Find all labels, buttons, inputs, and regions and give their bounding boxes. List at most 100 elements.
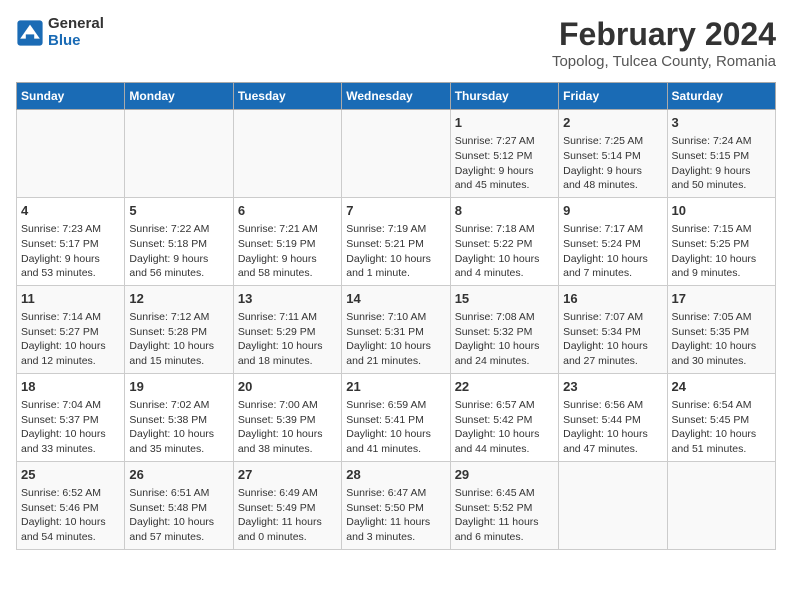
day-content: Sunrise: 7:18 AM Sunset: 5:22 PM Dayligh…: [455, 222, 554, 281]
day-number: 15: [455, 290, 554, 308]
calendar-cell: [233, 110, 341, 198]
logo-text: General Blue: [48, 16, 104, 49]
day-content: Sunrise: 6:54 AM Sunset: 5:45 PM Dayligh…: [672, 398, 771, 457]
weekday-header-friday: Friday: [559, 83, 667, 110]
calendar-cell: 18 Sunrise: 7:04 AM Sunset: 5:37 PM Dayli…: [17, 373, 125, 461]
day-content: Sunrise: 7:05 AM Sunset: 5:35 PM Dayligh…: [672, 310, 771, 369]
day-number: 27: [238, 466, 337, 484]
calendar-cell: 25 Sunrise: 6:52 AM Sunset: 5:46 PM Dayli…: [17, 461, 125, 549]
day-number: 12: [129, 290, 228, 308]
day-number: 13: [238, 290, 337, 308]
calendar-cell: 15 Sunrise: 7:08 AM Sunset: 5:32 PM Dayli…: [450, 285, 558, 373]
day-number: 3: [672, 114, 771, 132]
day-number: 5: [129, 202, 228, 220]
weekday-header-thursday: Thursday: [450, 83, 558, 110]
day-content: Sunrise: 7:24 AM Sunset: 5:15 PM Dayligh…: [672, 134, 771, 193]
calendar-cell: 27 Sunrise: 6:49 AM Sunset: 5:49 PM Dayli…: [233, 461, 341, 549]
day-number: 22: [455, 378, 554, 396]
calendar-cell: 26 Sunrise: 6:51 AM Sunset: 5:48 PM Dayli…: [125, 461, 233, 549]
day-content: Sunrise: 6:57 AM Sunset: 5:42 PM Dayligh…: [455, 398, 554, 457]
day-number: 24: [672, 378, 771, 396]
day-number: 1: [455, 114, 554, 132]
day-content: Sunrise: 7:19 AM Sunset: 5:21 PM Dayligh…: [346, 222, 445, 281]
day-number: 19: [129, 378, 228, 396]
calendar-cell: 24 Sunrise: 6:54 AM Sunset: 5:45 PM Dayli…: [667, 373, 775, 461]
day-content: Sunrise: 7:07 AM Sunset: 5:34 PM Dayligh…: [563, 310, 662, 369]
calendar-cell: 21 Sunrise: 6:59 AM Sunset: 5:41 PM Dayli…: [342, 373, 450, 461]
calendar-cell: 6 Sunrise: 7:21 AM Sunset: 5:19 PM Daylig…: [233, 197, 341, 285]
day-content: Sunrise: 7:17 AM Sunset: 5:24 PM Dayligh…: [563, 222, 662, 281]
day-number: 6: [238, 202, 337, 220]
calendar-cell: 10 Sunrise: 7:15 AM Sunset: 5:25 PM Dayli…: [667, 197, 775, 285]
day-content: Sunrise: 6:52 AM Sunset: 5:46 PM Dayligh…: [21, 486, 120, 545]
calendar-table: SundayMondayTuesdayWednesdayThursdayFrid…: [16, 82, 776, 550]
title-block: February 2024 Topolog, Tulcea County, Ro…: [552, 16, 776, 70]
day-content: Sunrise: 7:21 AM Sunset: 5:19 PM Dayligh…: [238, 222, 337, 281]
day-number: 29: [455, 466, 554, 484]
calendar-cell: 3 Sunrise: 7:24 AM Sunset: 5:15 PM Daylig…: [667, 110, 775, 198]
day-content: Sunrise: 7:22 AM Sunset: 5:18 PM Dayligh…: [129, 222, 228, 281]
calendar-cell: [342, 110, 450, 198]
calendar-cell: 23Sunrise: 6:56 AM Sunset: 5:44 PM Dayli…: [559, 373, 667, 461]
weekday-header-saturday: Saturday: [667, 83, 775, 110]
calendar-cell: 14 Sunrise: 7:10 AM Sunset: 5:31 PM Dayli…: [342, 285, 450, 373]
day-content: Sunrise: 7:04 AM Sunset: 5:37 PM Dayligh…: [21, 398, 120, 457]
day-number: 28: [346, 466, 445, 484]
day-content: Sunrise: 7:08 AM Sunset: 5:32 PM Dayligh…: [455, 310, 554, 369]
day-number: 11: [21, 290, 120, 308]
calendar-cell: 28 Sunrise: 6:47 AM Sunset: 5:50 PM Dayli…: [342, 461, 450, 549]
day-number: 8: [455, 202, 554, 220]
day-number: 4: [21, 202, 120, 220]
day-content: Sunrise: 6:51 AM Sunset: 5:48 PM Dayligh…: [129, 486, 228, 545]
day-content: Sunrise: 7:15 AM Sunset: 5:25 PM Dayligh…: [672, 222, 771, 281]
day-number: 21: [346, 378, 445, 396]
calendar-cell: 16Sunrise: 7:07 AM Sunset: 5:34 PM Dayli…: [559, 285, 667, 373]
day-content: Sunrise: 7:23 AM Sunset: 5:17 PM Dayligh…: [21, 222, 120, 281]
calendar-cell: 5 Sunrise: 7:22 AM Sunset: 5:18 PM Daylig…: [125, 197, 233, 285]
day-number: 9: [563, 202, 662, 220]
logo-icon: [16, 19, 44, 47]
calendar-cell: [667, 461, 775, 549]
day-content: Sunrise: 7:02 AM Sunset: 5:38 PM Dayligh…: [129, 398, 228, 457]
calendar-cell: [559, 461, 667, 549]
week-row-5: 25 Sunrise: 6:52 AM Sunset: 5:46 PM Dayli…: [17, 461, 776, 549]
calendar-cell: 22 Sunrise: 6:57 AM Sunset: 5:42 PM Dayli…: [450, 373, 558, 461]
day-content: Sunrise: 7:00 AM Sunset: 5:39 PM Dayligh…: [238, 398, 337, 457]
day-number: 7: [346, 202, 445, 220]
day-number: 18: [21, 378, 120, 396]
weekday-header-tuesday: Tuesday: [233, 83, 341, 110]
day-content: Sunrise: 6:56 AM Sunset: 5:44 PM Dayligh…: [563, 398, 662, 457]
logo-general: General: [48, 16, 104, 33]
calendar-cell: 2Sunrise: 7:25 AM Sunset: 5:14 PM Daylig…: [559, 110, 667, 198]
day-content: Sunrise: 7:12 AM Sunset: 5:28 PM Dayligh…: [129, 310, 228, 369]
day-number: 10: [672, 202, 771, 220]
page-header: General Blue February 2024 Topolog, Tulc…: [16, 16, 776, 70]
day-content: Sunrise: 6:45 AM Sunset: 5:52 PM Dayligh…: [455, 486, 554, 545]
calendar-cell: 20Sunrise: 7:00 AM Sunset: 5:39 PM Dayli…: [233, 373, 341, 461]
calendar-cell: 13Sunrise: 7:11 AM Sunset: 5:29 PM Dayli…: [233, 285, 341, 373]
day-number: 25: [21, 466, 120, 484]
day-number: 17: [672, 290, 771, 308]
calendar-cell: 9 Sunrise: 7:17 AM Sunset: 5:24 PM Daylig…: [559, 197, 667, 285]
logo: General Blue: [16, 16, 104, 49]
day-content: Sunrise: 6:59 AM Sunset: 5:41 PM Dayligh…: [346, 398, 445, 457]
week-row-1: 1 Sunrise: 7:27 AM Sunset: 5:12 PM Daylig…: [17, 110, 776, 198]
calendar-cell: 17 Sunrise: 7:05 AM Sunset: 5:35 PM Dayli…: [667, 285, 775, 373]
week-row-3: 11 Sunrise: 7:14 AM Sunset: 5:27 PM Dayli…: [17, 285, 776, 373]
calendar-cell: 11 Sunrise: 7:14 AM Sunset: 5:27 PM Dayli…: [17, 285, 125, 373]
day-content: Sunrise: 7:14 AM Sunset: 5:27 PM Dayligh…: [21, 310, 120, 369]
day-content: Sunrise: 6:49 AM Sunset: 5:49 PM Dayligh…: [238, 486, 337, 545]
day-content: Sunrise: 7:27 AM Sunset: 5:12 PM Dayligh…: [455, 134, 554, 193]
weekday-header-sunday: Sunday: [17, 83, 125, 110]
subtitle: Topolog, Tulcea County, Romania: [552, 53, 776, 70]
weekday-header-row: SundayMondayTuesdayWednesdayThursdayFrid…: [17, 83, 776, 110]
day-number: 26: [129, 466, 228, 484]
day-number: 14: [346, 290, 445, 308]
calendar-cell: 4 Sunrise: 7:23 AM Sunset: 5:17 PM Daylig…: [17, 197, 125, 285]
weekday-header-monday: Monday: [125, 83, 233, 110]
calendar-cell: [17, 110, 125, 198]
week-row-4: 18 Sunrise: 7:04 AM Sunset: 5:37 PM Dayli…: [17, 373, 776, 461]
day-content: Sunrise: 7:10 AM Sunset: 5:31 PM Dayligh…: [346, 310, 445, 369]
calendar-cell: 12 Sunrise: 7:12 AM Sunset: 5:28 PM Dayli…: [125, 285, 233, 373]
day-content: Sunrise: 6:47 AM Sunset: 5:50 PM Dayligh…: [346, 486, 445, 545]
